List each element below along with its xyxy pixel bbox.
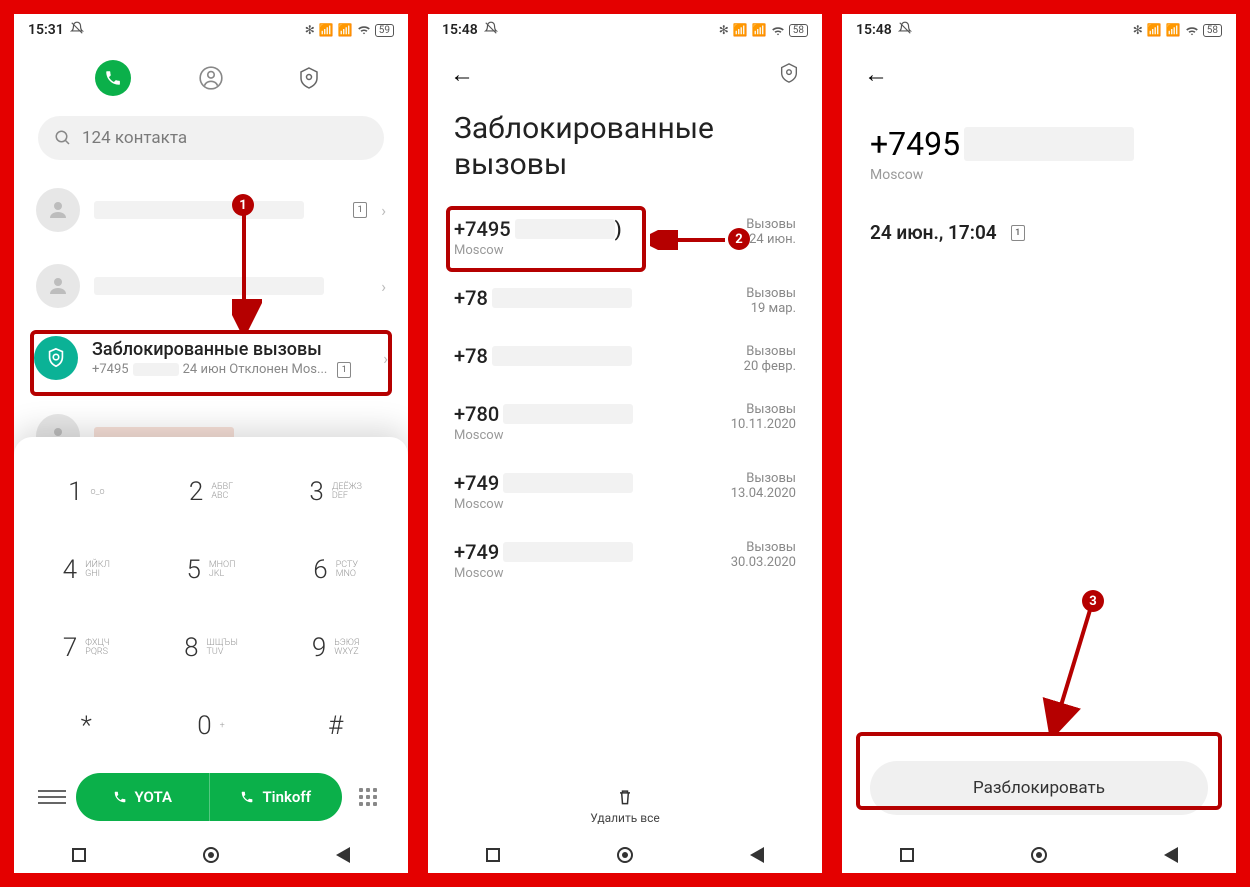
nav-recent-button[interactable] <box>72 848 86 862</box>
blocked-row[interactable]: +749 Moscow Вызовы30.03.2020 <box>428 526 822 595</box>
battery-icon: 59 <box>375 24 394 37</box>
nav-back-button[interactable] <box>336 847 350 863</box>
annotation-marker-1: 1 <box>232 194 254 216</box>
nav-home-button[interactable] <box>617 847 633 863</box>
hamburger-menu-button[interactable] <box>38 790 66 804</box>
call-button: YOTA Tinkoff <box>76 773 342 821</box>
blocked-row[interactable]: +78 Вызовы20 февр. <box>428 330 822 388</box>
unblock-button[interactable]: Разблокировать <box>870 761 1208 815</box>
tab-contacts[interactable] <box>193 60 229 96</box>
recent-calls-list: 1 › › Заблокированные вызовы +7495 <box>14 178 408 468</box>
battery-icon: 58 <box>1203 24 1222 37</box>
sim-badge: 1 <box>337 362 351 378</box>
mute-icon <box>484 21 498 39</box>
nav-recent-button[interactable] <box>900 848 914 862</box>
page-title: Заблокированные вызовы <box>428 95 822 203</box>
key-6[interactable]: 6РСТУMNO <box>273 531 398 609</box>
nav-bar <box>428 837 822 873</box>
avatar-icon <box>36 264 80 308</box>
tab-phone[interactable] <box>95 60 131 96</box>
key-7[interactable]: 7ФХЦЧPQRS <box>24 609 149 687</box>
settings-button[interactable] <box>778 62 800 88</box>
key-8[interactable]: 8ШЩЪЫTUV <box>149 609 274 687</box>
battery-icon: 58 <box>789 24 808 37</box>
wifi-icon <box>357 22 371 39</box>
key-star[interactable]: * <box>24 687 149 765</box>
status-bar: 15:48 ✻📶📶 58 <box>428 14 822 46</box>
chevron-right-icon[interactable]: › <box>381 277 386 296</box>
blocked-row[interactable]: +78 Вызовы19 мар. <box>428 272 822 330</box>
sim-badge: 1 <box>1011 225 1025 241</box>
call-time-entry[interactable]: 24 июн., 17:04 1 <box>842 183 1236 282</box>
nav-bar <box>842 837 1236 873</box>
nav-back-button[interactable] <box>1164 847 1178 863</box>
blocked-row[interactable]: +780 Moscow Вызовы10.11.2020 <box>428 388 822 457</box>
search-input[interactable]: 124 контакта <box>38 116 384 160</box>
key-4[interactable]: 4ИЙКЛGHI <box>24 531 149 609</box>
phone-screen-1: 15:31 ✻ 📶 📶 59 <box>14 14 408 873</box>
key-5[interactable]: 5МНОПJKL <box>149 531 274 609</box>
tab-settings[interactable] <box>291 60 327 96</box>
blocked-row[interactable]: +749 Moscow Вызовы13.04.2020 <box>428 457 822 526</box>
search-placeholder: 124 контакта <box>82 128 187 148</box>
key-1[interactable]: 1о_о <box>24 453 149 531</box>
mute-icon <box>70 21 84 39</box>
search-icon <box>54 129 72 147</box>
signal-icon: 📶 <box>338 23 353 37</box>
status-icons: ✻ 📶 📶 59 <box>305 22 394 39</box>
back-button[interactable]: ← <box>864 60 888 89</box>
back-button[interactable]: ← <box>450 60 474 89</box>
trash-icon <box>615 787 635 807</box>
blocked-sub-suffix: 24 июн Отклонен Mos... <box>183 362 328 377</box>
nav-home-button[interactable] <box>1031 847 1047 863</box>
mute-icon <box>898 21 912 39</box>
key-0[interactable]: 0+ <box>149 687 274 765</box>
status-time: 15:31 <box>28 22 64 38</box>
delete-all-button[interactable]: Удалить все <box>428 787 822 825</box>
key-hash[interactable]: # <box>273 687 398 765</box>
location-label: Moscow <box>842 167 1236 183</box>
status-time: 15:48 <box>856 22 892 38</box>
shield-icon <box>34 336 78 380</box>
key-2[interactable]: 2АБВГABC <box>149 453 274 531</box>
key-3[interactable]: 3ДЕЁЖЗDEF <box>273 453 398 531</box>
blocked-list: +7495) Moscow Вызовы24 июн. +78 Вызовы19… <box>428 203 822 595</box>
avatar-icon <box>36 188 80 232</box>
signal-icon: 📶 <box>319 23 334 37</box>
call-item[interactable]: › <box>14 254 408 318</box>
annotation-marker-2: 2 <box>728 228 750 250</box>
call-sim2-button[interactable]: Tinkoff <box>210 773 343 821</box>
call-item[interactable]: 1 › <box>14 178 408 242</box>
phone-screen-2: 15:48 ✻📶📶 58 ← Заблокированные вызовы +7… <box>428 14 822 873</box>
call-sim1-button[interactable]: YOTA <box>76 773 210 821</box>
blocked-row[interactable]: +7495) Moscow Вызовы24 июн. <box>428 203 822 272</box>
blocked-calls-entry[interactable]: Заблокированные вызовы +7495 24 июн Откл… <box>14 326 408 390</box>
blocked-number-prefix: +7495 <box>92 362 129 377</box>
status-time: 15:48 <box>442 22 478 38</box>
chevron-right-icon[interactable]: › <box>383 349 388 368</box>
annotation-marker-3: 3 <box>1082 590 1104 612</box>
status-bar: 15:48 ✻📶📶 58 <box>842 14 1236 46</box>
phone-number-heading: +7495 <box>842 95 1236 167</box>
status-bar: 15:31 ✻ 📶 📶 59 <box>14 14 408 46</box>
nav-back-button[interactable] <box>750 847 764 863</box>
nav-home-button[interactable] <box>203 847 219 863</box>
phone-screen-3: 15:48 ✻📶📶 58 ← +7495 Moscow 24 июн., 17:… <box>842 14 1236 873</box>
nav-recent-button[interactable] <box>486 848 500 862</box>
key-9[interactable]: 9ЬЭЮЯWXYZ <box>273 609 398 687</box>
nav-bar <box>14 837 408 873</box>
dialer-tabs <box>14 46 408 112</box>
dialpad-toggle-button[interactable] <box>352 781 384 813</box>
chevron-right-icon[interactable]: › <box>381 201 386 220</box>
annotation-arrow-3 <box>1042 610 1102 735</box>
sim-badge: 1 <box>353 202 367 218</box>
dialpad: 1о_о 2АБВГABC 3ДЕЁЖЗDEF 4ИЙКЛGHI 5МНОПJK… <box>24 453 398 765</box>
blocked-title: Заблокированные вызовы <box>92 339 369 360</box>
dialpad-sheet: 1о_о 2АБВГABC 3ДЕЁЖЗDEF 4ИЙКЛGHI 5МНОПJK… <box>14 437 408 837</box>
